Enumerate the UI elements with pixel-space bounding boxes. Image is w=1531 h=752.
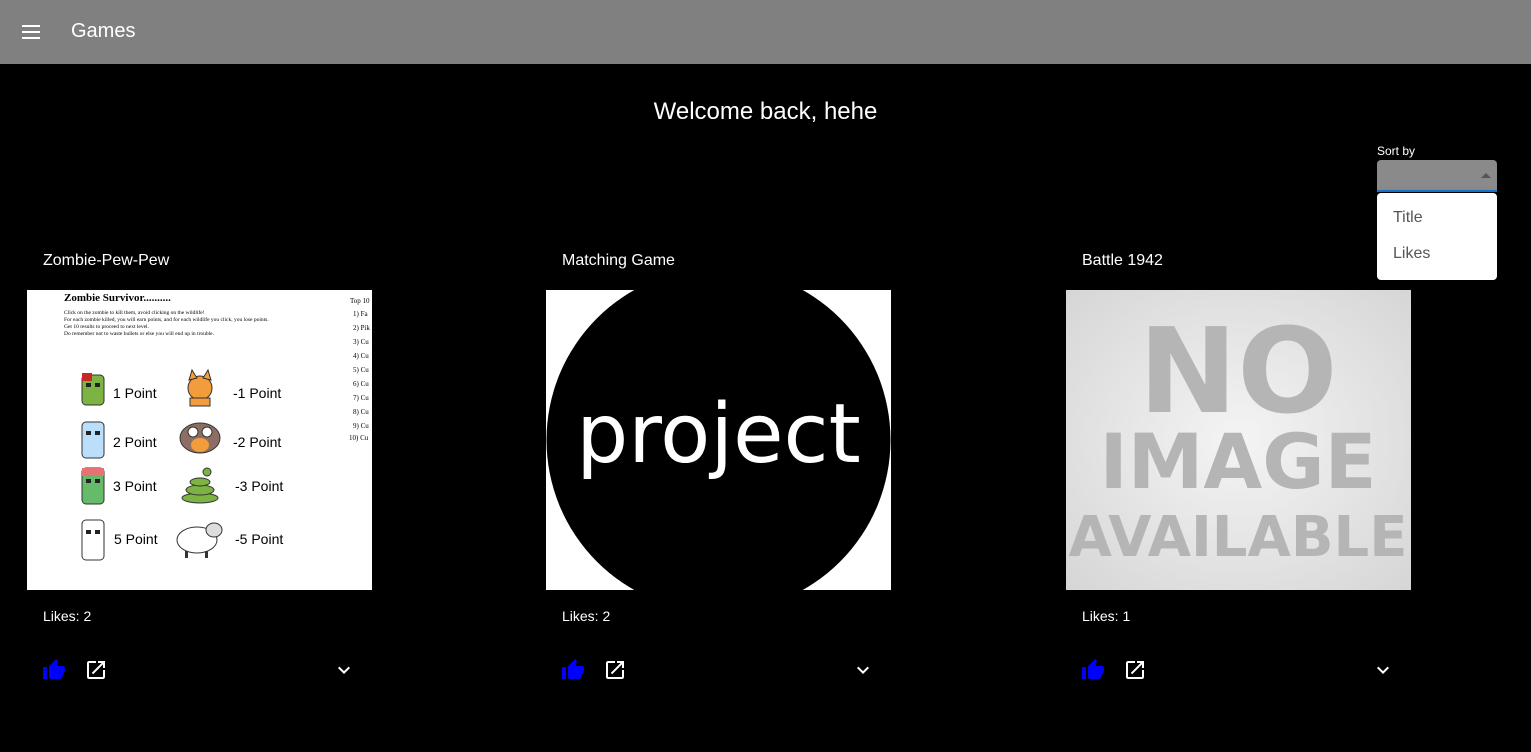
- game-title: Matching Game: [562, 252, 675, 269]
- likes-count: Likes: 2: [562, 608, 611, 624]
- open-in-new-icon[interactable]: [1123, 658, 1147, 682]
- hamburger-menu-icon[interactable]: [18, 20, 44, 44]
- svg-text:-3 Point: -3 Point: [235, 478, 283, 494]
- welcome-heading: Welcome back, hehe: [653, 98, 878, 125]
- svg-text:5) Cu: 5) Cu: [353, 366, 369, 374]
- game-card: Battle 1942 NO IMAGE AVAILABLE Likes: 1: [1066, 240, 1411, 710]
- svg-text:Top 10: Top 10: [350, 297, 370, 305]
- svg-text:7) Cu: 7) Cu: [353, 394, 369, 402]
- sort-option-title[interactable]: Title: [1393, 209, 1423, 227]
- game-thumbnail[interactable]: NO IMAGE AVAILABLE: [1066, 290, 1411, 590]
- project-logo-text: project: [576, 387, 861, 482]
- svg-text:2) Pik: 2) Pik: [353, 324, 370, 332]
- game-card: Zombie-Pew-Pew Zombie Survivor..........…: [27, 240, 372, 710]
- likes-count: Likes: 2: [43, 608, 92, 624]
- open-in-new-icon[interactable]: [603, 658, 627, 682]
- arrow-up-icon: [1481, 173, 1491, 178]
- svg-text:-1 Point: -1 Point: [233, 385, 281, 401]
- game-thumbnail[interactable]: Zombie Survivor.......... Click on the z…: [27, 290, 372, 590]
- no-image-placeholder: NO IMAGE AVAILABLE: [1066, 290, 1411, 590]
- svg-text:10) Cu: 10) Cu: [349, 434, 369, 442]
- svg-text:Click on the zombie to kill th: Click on the zombie to kill them, avoid …: [64, 309, 205, 316]
- svg-text:5 Point: 5 Point: [114, 531, 158, 547]
- svg-text:For each zombie killed, you wi: For each zombie killed, you will earn po…: [64, 316, 269, 323]
- sort-by-label: Sort by: [1377, 144, 1416, 158]
- open-in-new-icon[interactable]: [84, 658, 108, 682]
- likes-count: Likes: 1: [1082, 608, 1131, 624]
- zombie-1-icon: [81, 373, 105, 406]
- game-card: Matching Game project Likes: 2: [546, 240, 891, 710]
- zombie-3-icon: [81, 467, 105, 505]
- svg-text:-2 Point: -2 Point: [233, 434, 281, 450]
- svg-text:1) Fa: 1) Fa: [353, 310, 368, 318]
- zombie-2-icon: [81, 421, 105, 459]
- game-title: Battle 1942: [1082, 252, 1163, 269]
- game-title: Zombie-Pew-Pew: [43, 252, 170, 269]
- svg-text:1 Point: 1 Point: [113, 385, 157, 401]
- thumb-up-icon[interactable]: [42, 658, 66, 682]
- svg-text:8) Cu: 8) Cu: [353, 408, 369, 416]
- project-logo-image: project: [546, 290, 891, 590]
- svg-text:6) Cu: 6) Cu: [353, 380, 369, 388]
- app-title: Games: [71, 20, 136, 42]
- app-bar: Games: [0, 0, 1531, 64]
- expand-more-icon[interactable]: [1371, 658, 1395, 682]
- zombie-5-icon: [81, 519, 105, 561]
- svg-text:AVAILABLE: AVAILABLE: [1069, 505, 1408, 570]
- thumb-up-icon[interactable]: [1081, 658, 1105, 682]
- zombie-rules-image: Zombie Survivor.......... Click on the z…: [27, 290, 372, 590]
- svg-text:Do remember not to waste bulle: Do remember not to waste bullets or else…: [64, 331, 215, 337]
- svg-text:IMAGE: IMAGE: [1099, 417, 1376, 506]
- sort-by-select[interactable]: [1377, 160, 1497, 192]
- svg-text:-5 Point: -5 Point: [235, 531, 283, 547]
- game-thumbnail[interactable]: project: [546, 290, 891, 590]
- svg-text:4) Cu: 4) Cu: [353, 352, 369, 360]
- svg-text:3 Point: 3 Point: [113, 478, 157, 494]
- owl-icon: [179, 422, 221, 454]
- svg-text:2 Point: 2 Point: [113, 434, 157, 450]
- svg-text:9) Cu: 9) Cu: [353, 422, 369, 430]
- expand-more-icon[interactable]: [851, 658, 875, 682]
- svg-text:Get 10 results to proceed to n: Get 10 results to proceed to next level.: [64, 324, 150, 330]
- thumb-up-icon[interactable]: [561, 658, 585, 682]
- rules-heading: Zombie Survivor..........: [64, 292, 171, 304]
- svg-text:3) Cu: 3) Cu: [353, 338, 369, 346]
- expand-more-icon[interactable]: [332, 658, 356, 682]
